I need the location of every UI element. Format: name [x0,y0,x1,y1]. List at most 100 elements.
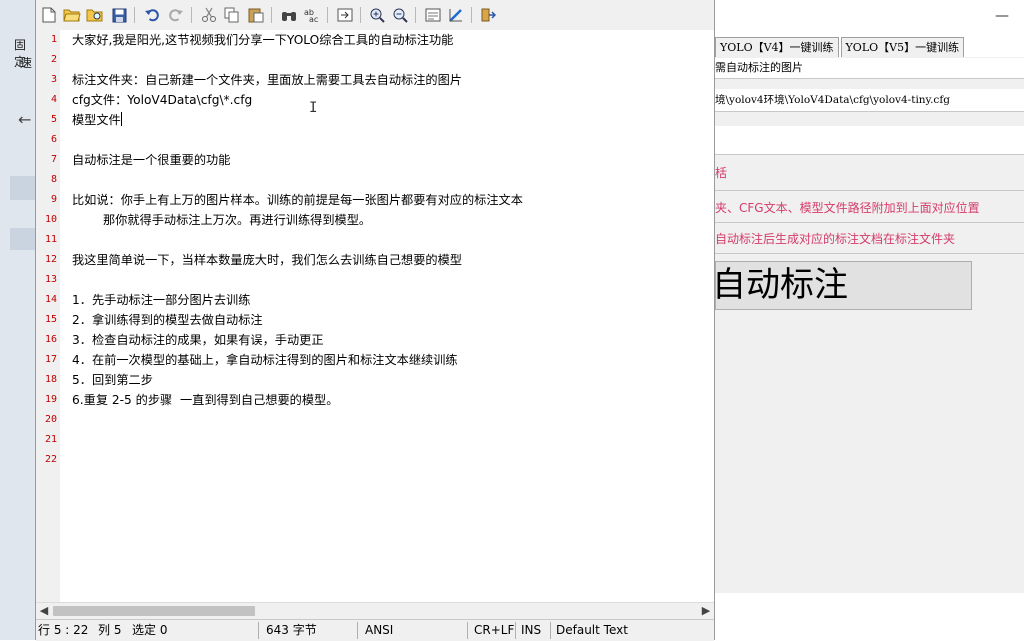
toolbar: ab ac [36,0,714,31]
status-column: 列 5 [98,623,122,637]
zoom-in-icon[interactable] [368,6,386,24]
cut-icon[interactable] [200,6,218,24]
tab-yolo-v4[interactable]: YOLO【V4】一键训练 [715,37,839,57]
line-number: 7 [50,154,57,165]
line-number: 17 [44,354,57,365]
undo-icon[interactable] [143,6,161,24]
minimize-icon[interactable]: — [994,8,1010,24]
line-number: 12 [44,254,57,265]
line-number-gutter: 1 2 3 4 5 6 7 8 9 10 11 12 13 14 15 16 17 18 19 20 21 22 [36,30,60,602]
text-line: 标注文件夹：自己新建一个文件夹，里面放上需要工具去自动标注的图片 [72,73,462,87]
scroll-right-icon[interactable]: ▶ [698,603,714,619]
toolbar-separator [134,7,135,23]
exit-icon[interactable] [479,6,497,24]
text-line: 比如说：你手上有上万的图片样本。训练的前提是每一张图片都要有对应的标注文本 [72,193,523,207]
text-line: 6.重复 2-5 的步骤 一直到得到自己想要的模型。 [72,393,339,407]
status-separator [550,622,551,639]
divider [715,190,1024,191]
text-line: 自动标注是一个很重要的功能 [72,153,231,167]
redo-icon[interactable] [167,6,185,24]
tab-yolo-v5[interactable]: YOLO【V5】一键训练 [840,37,965,57]
status-separator [258,622,259,639]
line-number: 6 [50,134,57,145]
line-number: 20 [44,414,57,425]
line-number: 4 [50,94,57,105]
browse-icon[interactable] [86,6,104,24]
text-line: 我这里简单说一下，当样本数量庞大时，我们怎么去训练自己想要的模型 [72,253,462,267]
status-separator [515,622,516,639]
text-line: 4．在前一次模型的基础上，拿自动标注得到的图片和标注文本继续训练 [72,353,458,367]
line-number: 11 [44,234,57,245]
paste-icon[interactable] [247,6,265,24]
line-number: 9 [50,194,57,205]
text-line: 1．先手动标注一部分图片去训练 [72,293,251,307]
status-size: 643 字节 [266,623,317,637]
line-number: 19 [44,394,57,405]
line-number: 16 [44,334,57,345]
desktop-tile [10,176,35,200]
status-selection: 选定 0 [132,623,168,637]
status-separator [467,622,468,639]
desktop-label: 速 [20,56,33,70]
new-icon[interactable] [40,6,58,24]
find-icon[interactable] [280,6,298,24]
line-number: 21 [44,434,57,445]
divider [715,222,1024,223]
text-line: cfg文件：YoloV4Data\cfg\*.cfg [72,93,253,107]
auto-annotate-button[interactable]: 自动标注 [715,261,972,310]
status-eol: CR+LF [474,623,515,637]
cfg-path-field[interactable]: 境\yolov4环境\YoloV4Data\cfg\yolov4-tiny.cf… [715,89,1024,112]
hint-text: 栝 [715,166,728,180]
toolbar-separator [191,7,192,23]
save-icon[interactable] [110,6,128,24]
text-line: 2．拿训练得到的模型去做自动标注 [72,313,263,327]
status-separator [357,622,358,639]
text-caret [120,112,122,126]
yolo-tabs: YOLO【V4】一键训练 YOLO【V5】一键训练 [715,37,966,57]
open-icon[interactable] [63,6,81,24]
line-number: 8 [50,174,57,185]
copy-icon[interactable] [223,6,241,24]
hint-text: 夹、CFG文本、模型文件路径附加到上面对应位置 [715,201,980,215]
line-number: 22 [44,454,57,465]
toolbar-separator [271,7,272,23]
scroll-left-icon[interactable]: ◀ [36,603,52,619]
line-number: 13 [44,274,57,285]
text-area[interactable]: 大家好,我是阳光,这节视频我们分享一下YOLO综合工具的自动标注功能 标注文件夹：… [60,30,714,602]
desktop-background: 固定 速 ← [0,0,35,640]
line-number: 1 [50,34,57,45]
scrollbar-thumb[interactable] [53,606,255,616]
desktop-tile [10,228,35,250]
replace-icon[interactable]: ab ac [303,6,321,24]
horizontal-scrollbar[interactable]: ◀ ▶ [36,602,714,619]
line-number: 3 [50,74,57,85]
hint-text: 自动标注后生成对应的标注文档在标注文件夹 [715,232,956,246]
text-line: 模型文件 [72,112,122,127]
image-folder-field[interactable]: 需自动标注的图片 [715,58,1024,79]
line-number: 2 [50,54,57,65]
text-editor-window: ab ac 1 2 3 4 5 6 7 8 9 10 11 12 13 14 15 16 17 18 19 20 21 22… [35,0,715,641]
toolbar-separator [327,7,328,23]
text-line: 5．回到第二步 [72,373,153,387]
toolbar-separator [415,7,416,23]
toolbar-separator [471,7,472,23]
model-path-field[interactable] [715,126,1024,155]
zoom-out-icon[interactable] [391,6,409,24]
scheme-icon[interactable] [447,6,465,24]
line-number: 18 [44,374,57,385]
yolo-tool-window: — YOLO【V4】一键训练 YOLO【V5】一键训练 需自动标注的图片 境\y… [715,0,1024,640]
status-bar: 行 5 : 22 列 5 选定 0 643 字节 ANSI CR+LF INS … [36,619,714,641]
toolbar-separator [360,7,361,23]
options-icon[interactable] [424,6,442,24]
yolo-tool-titlebar: — [715,0,1024,32]
status-scheme: Default Text [556,623,628,637]
back-arrow-icon[interactable]: ← [18,110,31,129]
text-line: 大家好,我是阳光,这节视频我们分享一下YOLO综合工具的自动标注功能 [72,33,454,47]
goto-icon[interactable] [336,6,354,24]
text-line: 那你就得手动标注上万次。再进行训练得到模型。 [72,213,372,227]
line-number: 5 [50,114,57,125]
status-mode: INS [521,623,542,637]
line-number: 10 [44,214,57,225]
mouse-cursor-icon: I [309,100,318,116]
status-encoding: ANSI [365,623,394,637]
